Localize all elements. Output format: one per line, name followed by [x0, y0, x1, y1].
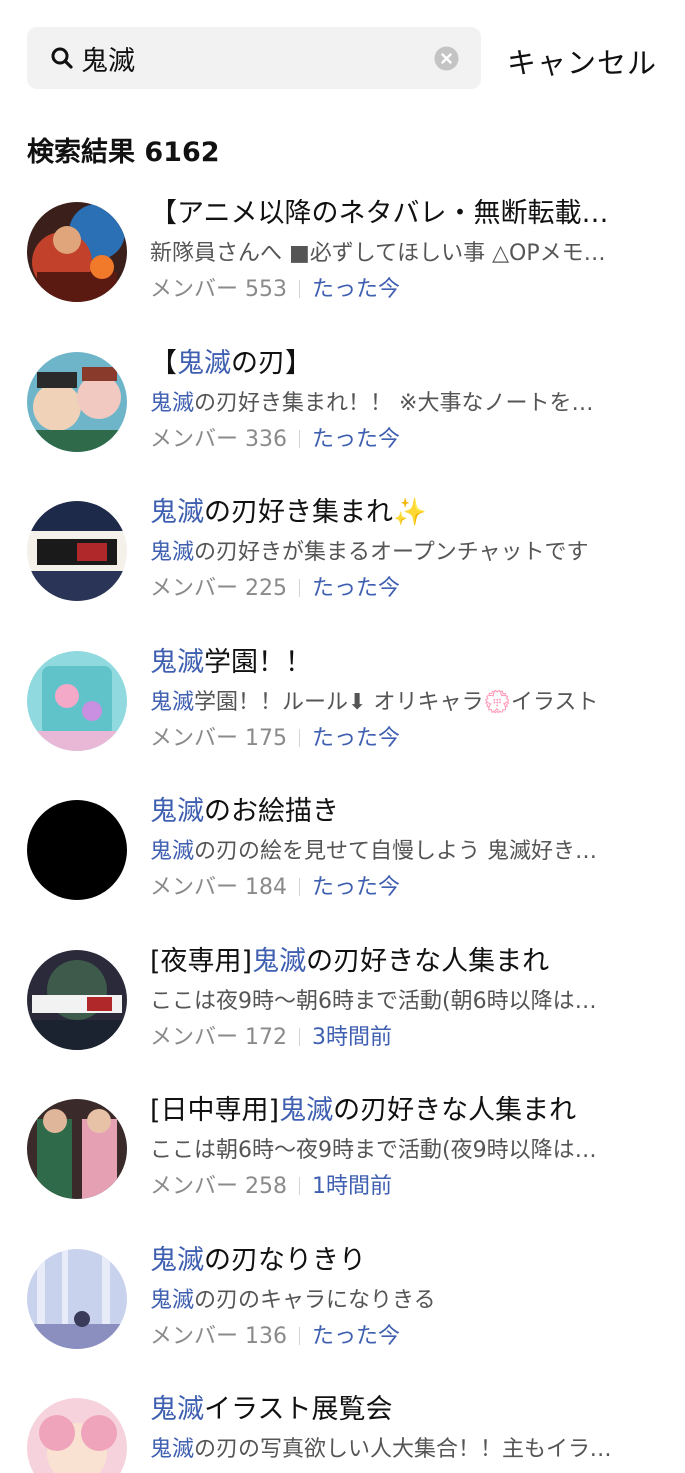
list-item[interactable]: 鬼滅の刃好き集まれ✨ 鬼滅の刃好きが集まるオープンチャットです メンバー 225… — [0, 489, 685, 639]
item-description: 鬼滅の刃好きが集まるオープンチャットです — [150, 540, 589, 565]
member-count: メンバー 175 — [150, 725, 287, 751]
list-item[interactable]: [夜専用]鬼滅の刃好きな人集まれ ここは夜9時〜朝6時まで活動(朝6時以降は禁止… — [0, 938, 685, 1088]
item-description: 鬼滅の刃好き集まれ！！ ※大事なノートを見てね — [150, 390, 615, 416]
list-item[interactable]: 鬼滅の刃なりきり 鬼滅の刃のキャラになりきる メンバー 136 たった今 — [0, 1237, 685, 1387]
result-list: 【アニメ以降のネタバレ・無断転載禁止】 新隊員さんへ ■必ずしてほしい事 △OP… — [0, 190, 685, 1473]
list-item[interactable]: 【アニメ以降のネタバレ・無断転載禁止】 新隊員さんへ ■必ずしてほしい事 △OP… — [0, 190, 685, 340]
item-title: 【アニメ以降のネタバレ・無断転載禁止】 — [150, 198, 630, 229]
divider — [299, 429, 300, 448]
item-description: ここは朝6時〜夜9時まで活動(夜9時以降は禁止) — [150, 1138, 615, 1163]
member-count: メンバー 225 — [150, 576, 287, 601]
avatar — [27, 650, 127, 751]
divider — [299, 728, 300, 747]
member-count: メンバー 184 — [150, 875, 287, 900]
item-meta: メンバー 184 たった今 — [150, 873, 400, 903]
item-meta: メンバー 553 たった今 — [150, 275, 400, 305]
last-active: たった今 — [312, 426, 401, 452]
last-active: たった今 — [312, 277, 401, 302]
avatar — [27, 202, 127, 302]
avatar — [27, 1398, 127, 1473]
item-description: 鬼滅学園！！ルール⬇ オリキャラ💮イラスト — [150, 689, 599, 715]
member-count: メンバー 172 — [150, 1024, 287, 1050]
avatar — [27, 501, 127, 601]
item-title: [日中専用]鬼滅の刃好きな人集まれ — [150, 1095, 577, 1126]
divider — [299, 1177, 300, 1195]
list-item[interactable]: 鬼滅のお絵描き 鬼滅の刃の絵を見せて自慢しよう 鬼滅好きな人 メンバー 184 た… — [0, 788, 685, 938]
list-item[interactable]: [日中専用]鬼滅の刃好きな人集まれ ここは朝6時〜夜9時まで活動(夜9時以降は禁… — [0, 1087, 685, 1237]
item-title: 鬼滅の刃好き集まれ✨ — [150, 497, 427, 528]
item-description: 新隊員さんへ ■必ずしてほしい事 △OPメモを見る — [150, 241, 615, 266]
cancel-button[interactable]: キャンセル — [507, 40, 657, 82]
results-heading: 検索結果 6162 — [27, 137, 220, 168]
item-title: 【鬼滅の刃】 — [150, 347, 312, 379]
item-title: 鬼滅の刃なりきり — [150, 1244, 366, 1276]
search-icon — [51, 47, 73, 69]
item-meta: メンバー 225 たった今 — [150, 574, 400, 604]
item-description: 鬼滅の刃のキャラになりきる — [150, 1287, 436, 1313]
item-title: 鬼滅イラスト展覧会 — [150, 1394, 393, 1425]
last-active: たった今 — [312, 1323, 401, 1349]
item-title: 鬼滅のお絵描き — [150, 796, 339, 827]
last-active: 3時間前 — [312, 1024, 392, 1050]
divider — [299, 878, 300, 896]
item-title: 鬼滅学園！！ — [150, 646, 312, 678]
last-active: たった今 — [312, 875, 401, 900]
item-description: 鬼滅の刃の絵を見せて自慢しよう 鬼滅好きな人 — [150, 839, 615, 864]
list-item[interactable]: 鬼滅イラスト展覧会 鬼滅の刃の写真欲しい人大集合！！主もイラスト — [0, 1386, 685, 1473]
avatar — [27, 1248, 127, 1349]
divider — [299, 579, 300, 597]
item-description: 鬼滅の刃の写真欲しい人大集合！！主もイラスト — [150, 1437, 615, 1462]
item-meta: メンバー 136 たった今 — [150, 1322, 400, 1352]
item-title: [夜専用]鬼滅の刃好きな人集まれ — [150, 945, 550, 977]
list-item[interactable]: 【鬼滅の刃】 鬼滅の刃好き集まれ！！ ※大事なノートを見てね メンバー 336 た… — [0, 340, 685, 490]
divider — [299, 1027, 300, 1046]
divider — [299, 280, 300, 298]
item-meta: メンバー 175 たった今 — [150, 724, 400, 754]
search-input[interactable]: 鬼滅 — [81, 39, 481, 78]
clear-icon[interactable] — [434, 46, 459, 71]
divider — [299, 1326, 300, 1345]
last-active: たった今 — [312, 725, 401, 751]
avatar — [27, 949, 127, 1050]
last-active: たった今 — [312, 576, 401, 601]
avatar — [27, 351, 127, 452]
member-count: メンバー 258 — [150, 1174, 287, 1199]
item-meta: メンバー 258 1時間前 — [150, 1172, 392, 1202]
member-count: メンバー 553 — [150, 277, 287, 302]
avatar — [27, 1099, 127, 1199]
avatar — [27, 800, 127, 900]
member-count: メンバー 336 — [150, 426, 287, 452]
item-description: ここは夜9時〜朝6時まで活動(朝6時以降は禁止) — [150, 988, 615, 1014]
item-meta: メンバー 172 3時間前 — [150, 1023, 392, 1053]
list-item[interactable]: 鬼滅学園！！ 鬼滅学園！！ルール⬇ オリキャラ💮イラスト メンバー 175 たった… — [0, 639, 685, 789]
last-active: 1時間前 — [312, 1174, 392, 1199]
search-bar[interactable]: 鬼滅 — [27, 27, 481, 89]
item-meta: メンバー 336 たった今 — [150, 425, 400, 455]
member-count: メンバー 136 — [150, 1323, 287, 1349]
